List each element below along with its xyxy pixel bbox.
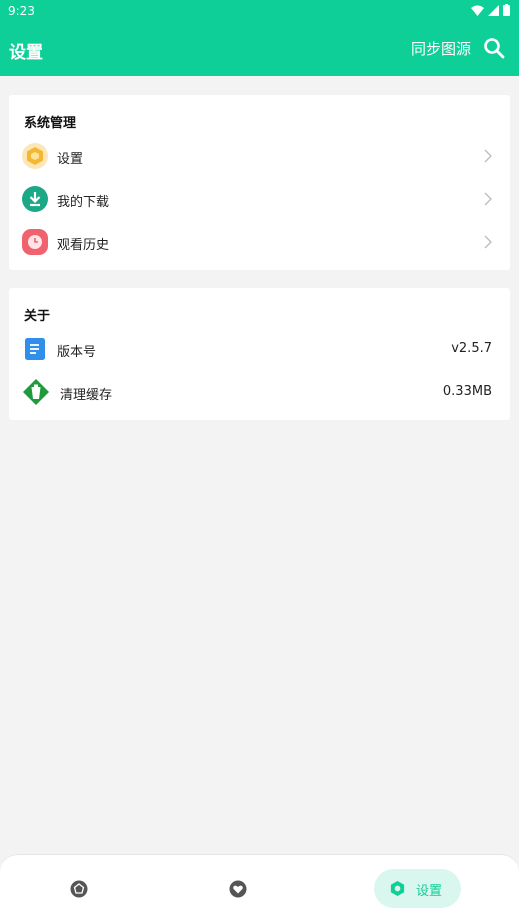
status-icons [471, 4, 510, 16]
bottom-nav: 设置 [0, 854, 519, 924]
about-card: 关于 版本号 v2.5.7 清理缓存 0.33MB [9, 288, 510, 420]
version-label: 版本号 [57, 345, 97, 360]
settings-label: 设置 [57, 152, 84, 167]
section-title: 关于 [24, 309, 51, 324]
status-bar: 9:23 [0, 0, 519, 22]
section-title: 系统管理 [24, 116, 77, 131]
nav-settings-label: 设置 [416, 884, 443, 899]
wifi-icon [471, 5, 484, 16]
version-value: v2.5.7 [451, 341, 492, 356]
status-time: 9:23 [8, 4, 35, 18]
clear-cache-label: 清理缓存 [60, 388, 113, 403]
broom-cache-icon [23, 379, 49, 405]
system-management-card: 系统管理 设置 我的下载 观看历史 [9, 95, 510, 270]
version-row: 版本号 v2.5.7 [9, 329, 510, 369]
nav-settings-tab[interactable]: 设置 [374, 869, 461, 908]
page-title: 设置 [9, 43, 43, 63]
search-icon[interactable] [483, 37, 505, 59]
my-downloads-row[interactable]: 我的下载 [9, 179, 510, 219]
signal-icon [488, 4, 499, 16]
download-icon [22, 186, 48, 212]
my-downloads-label: 我的下载 [57, 195, 110, 210]
heart-icon[interactable] [229, 880, 247, 898]
settings-row[interactable]: 设置 [9, 136, 510, 176]
clear-cache-row[interactable]: 清理缓存 0.33MB [9, 372, 510, 412]
chevron-right-icon [484, 235, 492, 249]
hexagon-settings-icon [22, 143, 48, 169]
sync-source-button[interactable]: 同步图源 [411, 38, 471, 59]
cache-size-value: 0.33MB [442, 384, 492, 399]
settings-icon [390, 880, 405, 897]
chevron-right-icon [484, 192, 492, 206]
app-bar: 设置 同步图源 [0, 22, 519, 76]
watch-history-label: 观看历史 [57, 238, 110, 253]
chevron-right-icon [484, 149, 492, 163]
watch-history-row[interactable]: 观看历史 [9, 222, 510, 262]
battery-icon [503, 4, 510, 16]
document-icon [25, 338, 45, 360]
home-icon[interactable] [70, 880, 88, 898]
history-clock-icon [22, 229, 48, 255]
